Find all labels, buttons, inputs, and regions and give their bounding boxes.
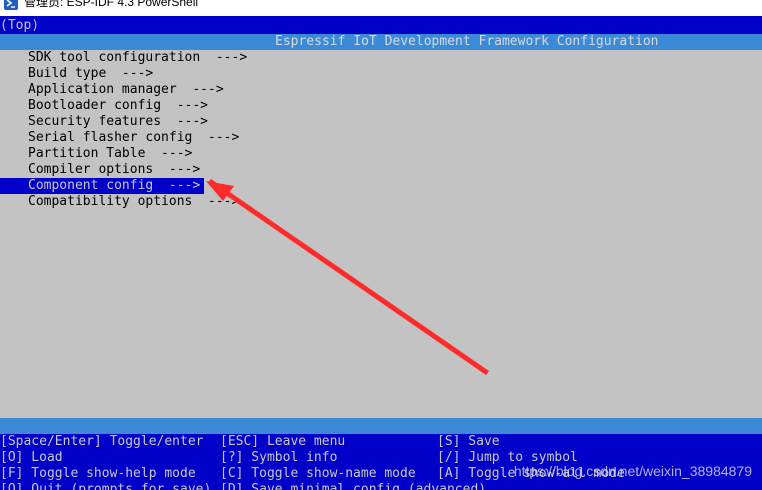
footer-bar bbox=[0, 418, 762, 434]
key-toggle-enter: [Space/Enter] Toggle/enter bbox=[0, 434, 204, 449]
menu-item-label: Bootloader config ---> bbox=[28, 98, 209, 113]
key-show-help-mode: [F] Toggle show-help mode bbox=[0, 466, 196, 481]
key-symbol-info: [?] Symbol info bbox=[220, 450, 338, 465]
window-titlebar: 管理员: ESP-IDF 4.3 PowerShell bbox=[0, 0, 762, 16]
menu-item-label: Security features ---> bbox=[28, 114, 209, 129]
menu-item-label: Serial flasher config ---> bbox=[28, 130, 240, 145]
menu-item-label: Build type ---> bbox=[28, 66, 154, 81]
watermark-text: https://blog.csdn.net/weixin_38984879 bbox=[513, 463, 752, 479]
page-title: Espressif IoT Development Framework Conf… bbox=[275, 34, 659, 49]
menu-item-label: Application manager ---> bbox=[28, 82, 224, 97]
key-quit: [Q] Quit (prompts for save) bbox=[0, 482, 212, 490]
key-save-minimal-config: [D] Save minimal config (advanced) bbox=[220, 482, 487, 490]
key-save: [S] Save bbox=[437, 434, 500, 449]
powershell-window: 管理员: ESP-IDF 4.3 PowerShell (Top) Espres… bbox=[0, 0, 762, 490]
menu-item-label: Partition Table ---> bbox=[28, 146, 193, 161]
key-show-name-mode: [C] Toggle show-name mode bbox=[220, 466, 416, 481]
breadcrumb: (Top) bbox=[0, 18, 40, 33]
menu-item-label: Compatibility options ---> bbox=[28, 194, 240, 209]
header-bar: Espressif IoT Development Framework Conf… bbox=[0, 34, 762, 50]
menu-item-label: Component config ---> bbox=[28, 178, 201, 193]
powershell-icon bbox=[4, 0, 18, 10]
menu-item-label: SDK tool configuration ---> bbox=[28, 50, 248, 65]
window-title: 管理员: ESP-IDF 4.3 PowerShell bbox=[24, 0, 199, 9]
key-help-panel: [Space/Enter] Toggle/enter [ESC] Leave m… bbox=[0, 434, 762, 490]
menu-item-label: Compiler options ---> bbox=[28, 162, 201, 177]
key-leave-menu: [ESC] Leave menu bbox=[220, 434, 346, 449]
menu-panel: SDK tool configuration ---> Build type -… bbox=[0, 50, 762, 418]
key-load: [O] Load bbox=[0, 450, 63, 465]
